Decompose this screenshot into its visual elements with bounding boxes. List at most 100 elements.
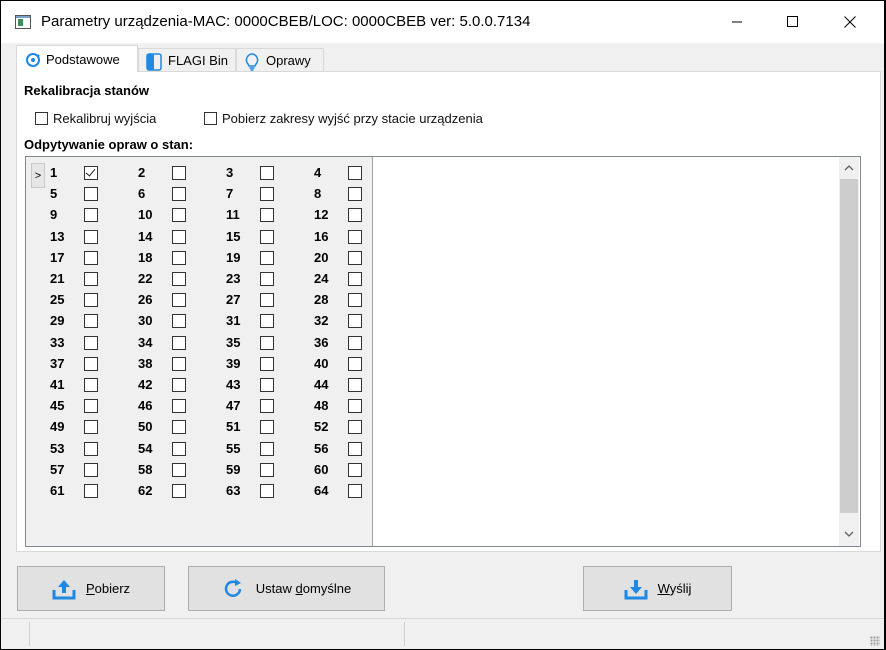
lamp-checkbox[interactable] — [348, 187, 362, 202]
lamp-checkbox[interactable] — [260, 420, 274, 435]
lamp-checkbox[interactable] — [348, 208, 362, 223]
lamp-checkbox[interactable] — [172, 378, 186, 392]
lamp-checkbox[interactable] — [84, 441, 98, 456]
lamp-checkbox[interactable] — [260, 229, 274, 244]
tab-oprawy[interactable]: Oprawy — [236, 48, 324, 72]
lamp-checkbox[interactable] — [172, 441, 186, 456]
window: Parametry urządzenia-MAC: 0000CBEB/LOC: … — [1, 1, 884, 649]
lamp-checkbox[interactable] — [172, 420, 186, 435]
resize-grip-icon[interactable] — [870, 636, 880, 646]
lamp-number: 41 — [50, 377, 65, 392]
lamp-number: 55 — [226, 440, 241, 456]
maximize-button[interactable] — [770, 1, 816, 43]
lamp-checkbox[interactable] — [172, 314, 186, 329]
lamp-checkbox[interactable] — [172, 250, 186, 265]
close-button[interactable] — [827, 1, 873, 43]
lamp-checkbox[interactable] — [348, 293, 362, 308]
fetch-button[interactable]: Pobierz — [17, 566, 165, 611]
lamp-checkbox[interactable] — [260, 250, 274, 265]
lamp-checkbox[interactable] — [84, 229, 98, 244]
lamp-checkbox[interactable] — [172, 187, 186, 202]
lamp-checkbox[interactable] — [348, 441, 362, 456]
lamp-checkbox[interactable] — [84, 484, 98, 498]
lamp-checkbox[interactable] — [84, 378, 98, 392]
lamp-checkbox[interactable] — [260, 272, 274, 286]
lamp-number: 33 — [50, 334, 65, 350]
lamp-checkbox[interactable] — [84, 272, 98, 286]
lamp-checkbox[interactable] — [84, 399, 98, 414]
lamp-number: 22 — [138, 271, 153, 286]
lamp-checkbox[interactable] — [172, 484, 186, 498]
lamp-checkbox[interactable] — [260, 208, 274, 223]
lamp-checkbox[interactable] — [84, 335, 98, 350]
lamp-checkbox[interactable] — [260, 441, 274, 456]
lamp-checkbox[interactable] — [84, 208, 98, 223]
lamp-checkbox[interactable] — [172, 229, 186, 244]
recalibrate-checkbox[interactable] — [35, 112, 48, 125]
lamp-checkbox[interactable] — [172, 208, 186, 223]
lamp-checkbox[interactable] — [84, 166, 98, 180]
lamp-number: 52 — [314, 419, 329, 435]
scroll-down-icon[interactable] — [843, 528, 855, 540]
lamp-checkbox[interactable] — [260, 378, 274, 392]
lamp-number: 36 — [314, 334, 329, 350]
lamp-checkbox[interactable] — [348, 166, 362, 180]
lamp-checkbox[interactable] — [260, 314, 274, 329]
lamp-checkbox[interactable] — [172, 356, 186, 371]
send-button[interactable]: Wyślij — [583, 566, 732, 611]
lamp-checkbox[interactable] — [348, 272, 362, 286]
minimize-button[interactable] — [714, 1, 760, 43]
lamp-checkbox[interactable] — [172, 335, 186, 350]
lamp-checkbox[interactable] — [84, 250, 98, 265]
lamp-number: 10 — [138, 207, 153, 223]
lamp-checkbox[interactable] — [348, 378, 362, 392]
lamp-number: 14 — [138, 228, 153, 244]
lamp-number: 51 — [226, 419, 241, 435]
lamp-number: 57 — [50, 461, 65, 477]
lamp-checkbox[interactable] — [348, 250, 362, 265]
lamp-checkbox[interactable] — [348, 314, 362, 329]
set-defaults-button[interactable]: Ustaw domyślne — [188, 566, 385, 611]
lamp-checkbox[interactable] — [84, 462, 98, 477]
lamp-checkbox[interactable] — [172, 462, 186, 477]
lamp-checkbox[interactable] — [172, 399, 186, 414]
lamp-checkbox[interactable] — [172, 293, 186, 308]
lamp-number: 48 — [314, 398, 329, 414]
lamp-checkbox[interactable] — [348, 420, 362, 435]
lamp-number: 28 — [314, 292, 329, 308]
lamp-checkbox[interactable] — [260, 293, 274, 308]
lamp-checkbox[interactable] — [84, 356, 98, 371]
lamp-number: 37 — [50, 355, 65, 371]
scroll-up-icon[interactable] — [843, 162, 855, 174]
lamp-checkbox[interactable] — [260, 356, 274, 371]
lamp-checkbox[interactable] — [348, 484, 362, 498]
settings-refresh-icon — [24, 51, 40, 67]
lamp-number: 5 — [50, 186, 58, 202]
vertical-scrollbar[interactable] — [839, 157, 859, 546]
lamp-checkbox[interactable] — [172, 166, 186, 180]
tab-flagi-bin[interactable]: FLAGI Bin — [138, 48, 236, 72]
lamp-number: 56 — [314, 440, 329, 456]
lamp-grid-row: > 1 2 3 4 5 6 7 8 9 10 11 12 13 14 15 16 17 18 19 20 21 22 23 2… — [26, 157, 373, 546]
lamp-checkbox[interactable] — [260, 166, 274, 180]
lamp-checkbox[interactable] — [348, 335, 362, 350]
lamp-checkbox[interactable] — [260, 484, 274, 498]
lamp-checkbox[interactable] — [348, 356, 362, 371]
scroll-thumb[interactable] — [840, 179, 858, 513]
lamp-checkbox[interactable] — [260, 462, 274, 477]
lamp-checkbox[interactable] — [260, 187, 274, 202]
lamp-checkbox[interactable] — [348, 229, 362, 244]
lamp-checkbox[interactable] — [84, 314, 98, 329]
lamp-checkbox[interactable] — [84, 187, 98, 202]
fetch-ranges-checkbox[interactable] — [204, 112, 217, 125]
lamp-checkbox[interactable] — [172, 272, 186, 286]
lamp-checkbox[interactable] — [348, 462, 362, 477]
lamp-checkbox[interactable] — [348, 399, 362, 414]
lamp-checkbox[interactable] — [84, 293, 98, 308]
lamp-checkbox[interactable] — [260, 335, 274, 350]
tab-podstawowe[interactable]: Podstawowe — [16, 45, 138, 72]
refresh-icon — [222, 578, 244, 600]
row-selector[interactable]: > — [31, 163, 45, 188]
lamp-checkbox[interactable] — [260, 399, 274, 414]
lamp-checkbox[interactable] — [84, 420, 98, 435]
